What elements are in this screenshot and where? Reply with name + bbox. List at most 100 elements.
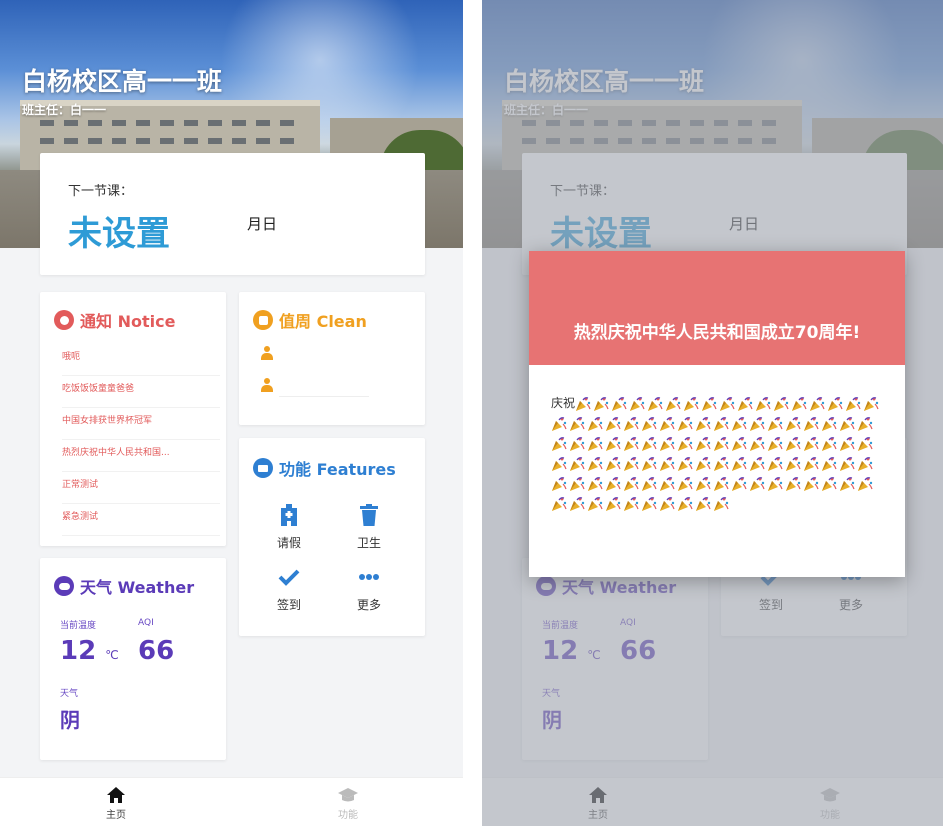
party-popper-icon <box>767 456 785 471</box>
party-popper-icon <box>641 476 659 491</box>
party-popper-icon <box>731 476 749 491</box>
celebration-modal: 热烈庆祝中华人民共和国成立70周年! 庆祝 <box>529 251 905 577</box>
party-popper-icon <box>575 396 593 411</box>
graduation-cap-icon <box>308 784 388 806</box>
party-popper-icon <box>587 476 605 491</box>
nav-functions[interactable]: 功能 <box>308 784 388 821</box>
party-popper-icon <box>821 436 839 451</box>
notice-item[interactable]: 中国女排获世界杯冠军 <box>62 408 220 440</box>
party-popper-icon <box>695 496 713 511</box>
nav-home[interactable]: 主页 <box>76 784 156 821</box>
party-popper-icon <box>845 396 863 411</box>
party-popper-icon <box>587 496 605 511</box>
feature-label: 卫生 <box>356 536 381 550</box>
notice-bubble-icon <box>54 310 74 330</box>
aqi-label: AQI <box>138 618 154 628</box>
weather-title: 天气 Weather <box>80 578 195 597</box>
temperature-value: 12 ℃ <box>60 636 119 666</box>
party-popper-icon <box>611 396 629 411</box>
party-popper-icon <box>857 416 875 431</box>
more-feature-button[interactable]: 更多 <box>339 564 399 613</box>
temperature-label: 当前温度 <box>60 621 97 631</box>
condition-value: 阴 <box>60 708 80 732</box>
checkin-feature-button[interactable]: 签到 <box>259 564 319 613</box>
party-popper-icon <box>659 456 677 471</box>
party-popper-icon <box>839 476 857 491</box>
party-popper-icon <box>605 496 623 511</box>
feature-label: 更多 <box>356 598 381 612</box>
party-popper-icon <box>785 436 803 451</box>
party-popper-icon <box>713 456 731 471</box>
party-popper-icon <box>551 476 569 491</box>
modal-body: 庆祝 <box>529 365 905 513</box>
party-popper-icon <box>713 496 731 511</box>
check-icon <box>259 564 319 590</box>
party-popper-icon <box>659 496 677 511</box>
next-class-label: 下一节课： <box>68 184 134 199</box>
modal-title: 热烈庆祝中华人民共和国成立70周年! <box>573 322 861 343</box>
party-popper-icon <box>623 476 641 491</box>
notice-header[interactable]: 通知 Notice <box>54 308 175 332</box>
party-popper-icon <box>677 416 695 431</box>
party-popper-icon <box>839 456 857 471</box>
party-popper-icon <box>749 476 767 491</box>
notice-item[interactable]: 热烈庆祝中华人民共和国... <box>62 440 220 472</box>
party-popper-icon <box>605 436 623 451</box>
next-class-date: 月日 <box>247 215 278 233</box>
party-popper-icon <box>641 436 659 451</box>
home-icon <box>76 784 156 806</box>
leave-feature-button[interactable]: 请假 <box>259 502 319 551</box>
party-popper-icon <box>803 436 821 451</box>
party-popper-icon <box>641 456 659 471</box>
weather-header[interactable]: 天气 Weather <box>54 574 194 598</box>
party-popper-icon <box>569 436 587 451</box>
party-popper-icon <box>731 436 749 451</box>
bottom-nav: 主页 功能 <box>0 777 463 826</box>
party-popper-icon <box>749 436 767 451</box>
notice-item[interactable]: 吃饭饭饭童童爸爸 <box>62 376 220 408</box>
next-class-value: 未设置 <box>68 214 170 254</box>
notice-card: 通知 Notice 哦呃 吃饭饭饭童童爸爸 中国女排获世界杯冠军 热烈庆祝中华人… <box>40 292 226 546</box>
party-popper-icon <box>749 416 767 431</box>
party-popper-icon <box>623 456 641 471</box>
notice-item[interactable]: 紧急测试 <box>62 504 220 536</box>
party-popper-icon <box>623 496 641 511</box>
party-popper-icon <box>767 436 785 451</box>
party-popper-icon <box>713 476 731 491</box>
features-card: 功能 Features 请假 卫生 签到 更多 <box>239 438 425 636</box>
party-popper-icon <box>803 476 821 491</box>
party-popper-icon <box>683 396 701 411</box>
party-popper-icon <box>713 436 731 451</box>
party-popper-icon <box>701 396 719 411</box>
party-popper-icon <box>629 396 647 411</box>
weather-card: 天气 Weather 当前温度 AQI 12 ℃ 66 天气 阴 <box>40 558 226 760</box>
next-class-card[interactable]: 下一节课： 未设置 月日 <box>40 153 425 275</box>
party-popper-icon <box>857 476 875 491</box>
party-popper-icon <box>737 396 755 411</box>
notice-item[interactable]: 正常测试 <box>62 472 220 504</box>
hygiene-feature-button[interactable]: 卫生 <box>339 502 399 551</box>
party-popper-icon <box>569 456 587 471</box>
party-popper-icon <box>587 416 605 431</box>
teacher-name: 班主任：白一一 <box>22 103 107 117</box>
nav-functions-label: 功能 <box>338 810 358 821</box>
party-popper-icon <box>773 396 791 411</box>
notice-item[interactable]: 哦呃 <box>62 344 220 376</box>
party-popper-icon <box>803 416 821 431</box>
person-icon <box>261 346 273 360</box>
condition-label: 天气 <box>60 689 79 699</box>
party-popper-icon <box>551 496 569 511</box>
party-popper-icon <box>767 416 785 431</box>
phone-home-screen: 白杨校区高一一班 班主任：白一一 下一节课： 未设置 月日 通知 Notice … <box>0 0 463 826</box>
person-icon <box>261 378 273 392</box>
grid-icon <box>253 458 273 478</box>
divider <box>279 396 369 397</box>
features-header: 功能 Features <box>253 456 396 480</box>
party-popper-icon <box>551 416 569 431</box>
party-popper-icon <box>731 456 749 471</box>
party-popper-icon <box>857 456 875 471</box>
modal-header: 热烈庆祝中华人民共和国成立70周年! <box>529 251 905 365</box>
party-popper-icon <box>821 456 839 471</box>
screenshot-stage: 白杨校区高一一班 班主任：白一一 下一节课： 未设置 月日 通知 Notice … <box>0 0 943 826</box>
clean-header[interactable]: 值周 Clean <box>253 308 367 332</box>
